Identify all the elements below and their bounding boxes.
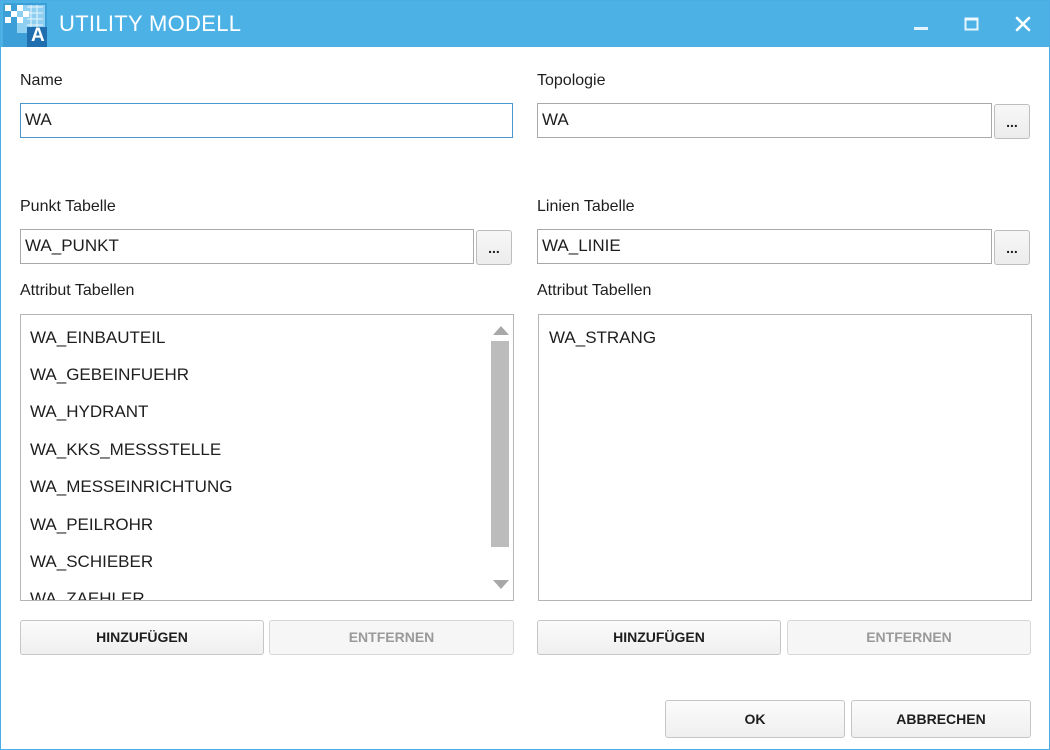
list-item[interactable]: WA_SCHIEBER (30, 552, 153, 572)
line-table-label: Linien Tabelle (537, 198, 635, 215)
topology-browse-button[interactable]: ... (994, 104, 1030, 139)
name-label: Name (20, 72, 63, 89)
title-bar[interactable]: A UTILITY MODELL (1, 1, 1049, 47)
maximize-icon (964, 17, 979, 31)
point-attr-tables-list[interactable]: WA_EINBAUTEIL WA_GEBEINFUEHR WA_HYDRANT … (20, 314, 514, 601)
list-item[interactable]: WA_GEBEINFUEHR (30, 365, 189, 385)
list-item[interactable]: WA_HYDRANT (30, 402, 148, 422)
point-table-label: Punkt Tabelle (20, 198, 116, 215)
line-table-browse-button[interactable]: ... (994, 230, 1030, 265)
scroll-up-arrow-icon[interactable] (492, 323, 510, 337)
minimize-button[interactable] (906, 9, 936, 39)
maximize-button[interactable] (957, 9, 987, 39)
utility-modell-dialog: A UTILITY MODELL Name WA Topologie WA ..… (0, 0, 1050, 750)
list-item[interactable]: WA_STRANG (549, 328, 656, 348)
close-button[interactable] (1008, 9, 1038, 39)
point-add-button[interactable]: HINZUFÜGEN (20, 620, 264, 655)
list-scrollbar[interactable] (491, 317, 511, 598)
app-logo-letter: A (31, 25, 45, 46)
topology-label: Topologie (537, 72, 606, 89)
cancel-button[interactable]: ABBRECHEN (851, 700, 1031, 738)
scrollbar-thumb[interactable] (491, 341, 509, 547)
name-input[interactable]: WA (20, 103, 513, 138)
line-table-input[interactable]: WA_LINIE (537, 229, 992, 264)
close-icon (1015, 16, 1031, 32)
list-item[interactable]: WA_MESSEINRICHTUNG (30, 477, 232, 497)
list-item[interactable]: WA_PEILROHR (30, 515, 153, 535)
topology-input[interactable]: WA (537, 103, 992, 138)
point-attr-tables-label: Attribut Tabellen (20, 282, 135, 299)
point-remove-button[interactable]: ENTFERNEN (269, 620, 514, 655)
list-item[interactable]: WA_EINBAUTEIL (30, 328, 165, 348)
list-item[interactable]: WA_KKS_MESSSTELLE (30, 440, 221, 460)
ok-button[interactable]: OK (665, 700, 845, 738)
point-table-input[interactable]: WA_PUNKT (20, 229, 474, 264)
line-attr-tables-label: Attribut Tabellen (537, 282, 652, 299)
minimize-icon (914, 27, 928, 30)
list-item[interactable]: WA_ZAEHLER (30, 589, 145, 600)
line-attr-tables-list[interactable]: WA_STRANG (538, 314, 1032, 601)
line-add-button[interactable]: HINZUFÜGEN (537, 620, 781, 655)
point-table-browse-button[interactable]: ... (476, 230, 512, 265)
window-title: UTILITY MODELL (59, 11, 242, 36)
line-remove-button[interactable]: ENTFERNEN (787, 620, 1031, 655)
app-logo-icon: A (3, 3, 47, 47)
scroll-down-arrow-icon[interactable] (492, 578, 510, 592)
